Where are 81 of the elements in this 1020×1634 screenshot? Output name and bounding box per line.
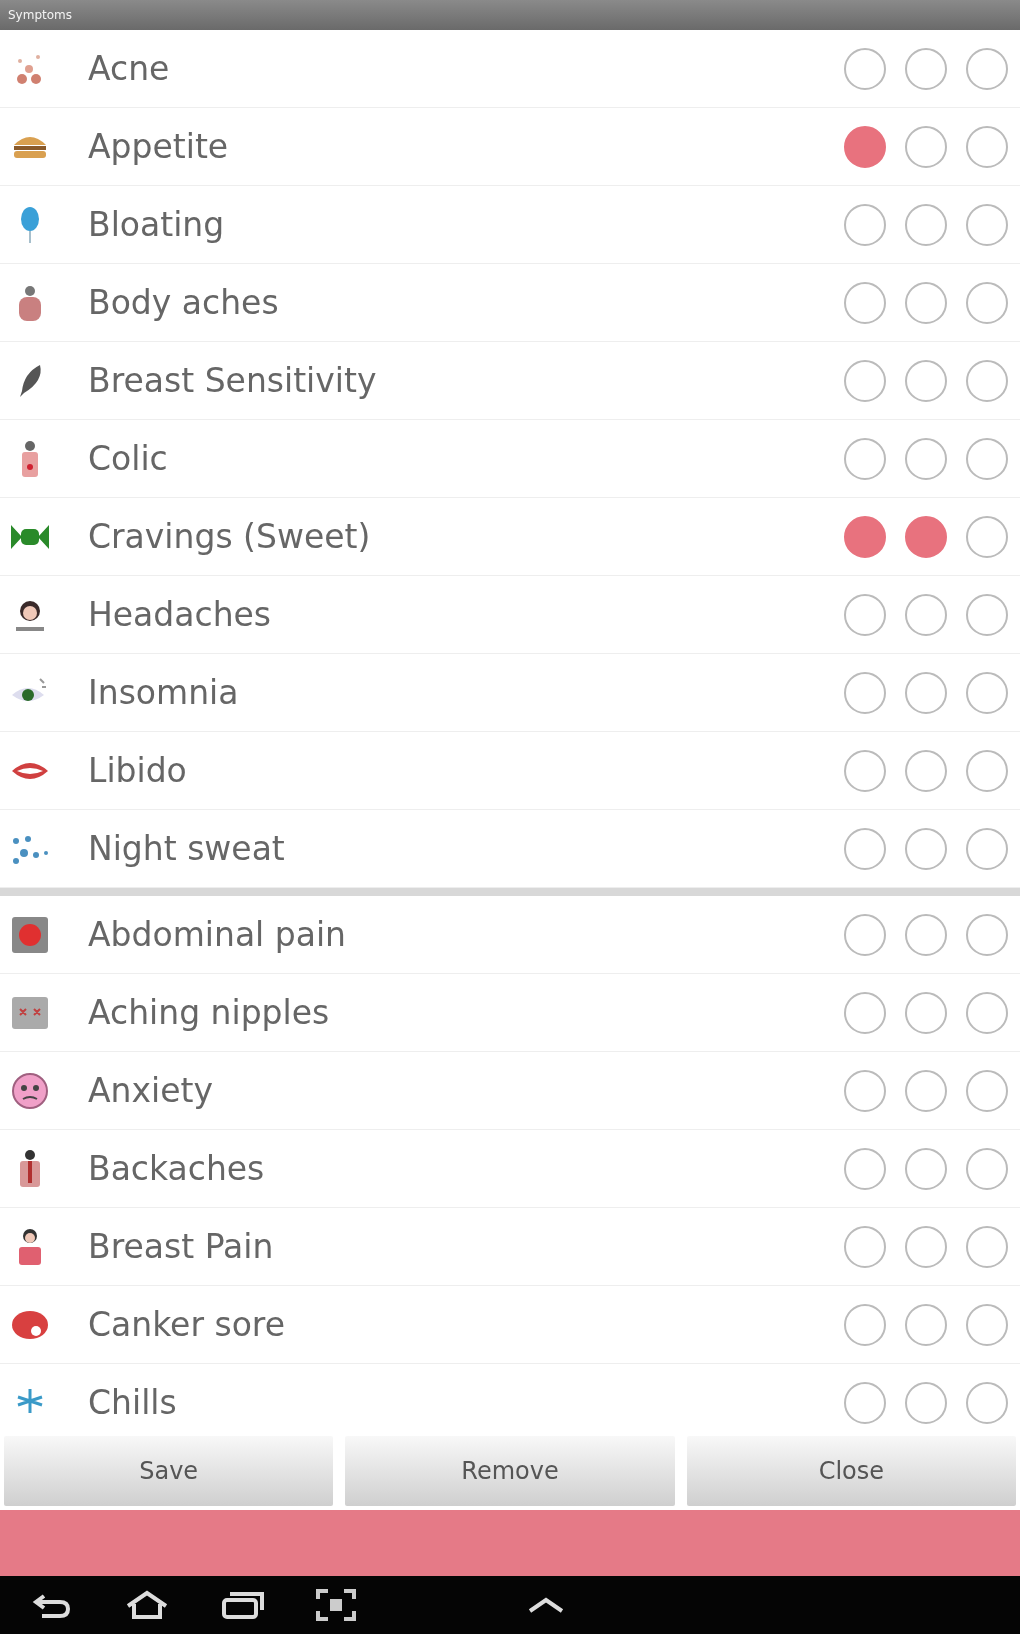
radio-button[interactable] — [844, 913, 886, 956]
radio-button[interactable] — [844, 593, 886, 636]
radio-button[interactable] — [905, 47, 947, 90]
radio-button[interactable] — [844, 1303, 886, 1346]
symptom-label: Colic — [88, 439, 169, 478]
radio-button[interactable] — [844, 1069, 886, 1112]
symptom-label: Canker sore — [88, 1305, 286, 1344]
radio-button[interactable] — [844, 203, 886, 246]
radio-button[interactable] — [905, 1303, 947, 1346]
radio-button[interactable] — [844, 671, 886, 714]
radio-button[interactable] — [844, 1381, 886, 1424]
radio-button[interactable] — [905, 827, 947, 870]
radio-button[interactable] — [966, 1069, 1008, 1112]
worried-face-icon — [10, 1070, 50, 1111]
radio-button[interactable] — [844, 515, 886, 558]
symptom-label: Backaches — [88, 1149, 266, 1188]
radio-button[interactable] — [905, 1147, 947, 1190]
recent-apps-icon[interactable] — [220, 1590, 266, 1620]
radio-button[interactable] — [966, 827, 1008, 870]
action-button[interactable]: Close — [686, 1436, 1016, 1506]
radio-button[interactable] — [966, 1303, 1008, 1346]
radio-button[interactable] — [905, 125, 947, 168]
radio-button[interactable] — [905, 671, 947, 714]
radio-button[interactable] — [966, 359, 1008, 402]
radio-button[interactable] — [905, 515, 947, 558]
symptom-label: Cravings (Sweet) — [88, 517, 372, 556]
radio-button[interactable] — [966, 1147, 1008, 1190]
radio-button[interactable] — [966, 1381, 1008, 1424]
window-title: Symptoms — [8, 8, 72, 22]
radio-button[interactable] — [844, 47, 886, 90]
radio-button[interactable] — [966, 913, 1008, 956]
action-button[interactable]: Save — [4, 1436, 334, 1506]
radio-button[interactable] — [844, 437, 886, 480]
symptom-label: Body aches — [88, 283, 280, 322]
radio-button[interactable] — [844, 359, 886, 402]
radio-button[interactable] — [966, 47, 1008, 90]
radio-button[interactable] — [905, 1069, 947, 1112]
radio-button[interactable] — [966, 671, 1008, 714]
symptom-label: Anxiety — [88, 1071, 214, 1110]
radio-button[interactable] — [844, 991, 886, 1034]
radio-button[interactable] — [905, 437, 947, 480]
screenshot-icon[interactable] — [314, 1587, 358, 1623]
symptom-label: Libido — [88, 751, 188, 790]
radio-button[interactable] — [905, 749, 947, 792]
radio-button[interactable] — [844, 125, 886, 168]
radio-button[interactable] — [844, 281, 886, 324]
radio-button[interactable] — [966, 515, 1008, 558]
radio-button[interactable] — [966, 749, 1008, 792]
radio-button[interactable] — [905, 593, 947, 636]
radio-button[interactable] — [905, 991, 947, 1034]
symptom-label: Acne — [88, 49, 171, 88]
radio-button[interactable] — [966, 281, 1008, 324]
symptom-label: Breast Pain — [88, 1227, 275, 1266]
radio-button[interactable] — [844, 1225, 886, 1268]
radio-button[interactable] — [966, 437, 1008, 480]
radio-button[interactable] — [905, 359, 947, 402]
radio-button[interactable] — [844, 1147, 886, 1190]
symptom-label: Headaches — [88, 595, 273, 634]
symptom-label: Appetite — [88, 127, 230, 166]
action-button[interactable]: Remove — [345, 1436, 675, 1506]
radio-button[interactable] — [905, 203, 947, 246]
radio-button[interactable] — [844, 827, 886, 870]
radio-button[interactable] — [966, 1225, 1008, 1268]
belly-icon — [10, 914, 50, 955]
radio-button[interactable] — [905, 281, 947, 324]
radio-button[interactable] — [966, 991, 1008, 1034]
symptom-label: Chills — [88, 1383, 178, 1422]
caret-up-icon[interactable] — [526, 1595, 566, 1615]
radio-button[interactable] — [966, 593, 1008, 636]
radio-button[interactable] — [905, 913, 947, 956]
symptom-label: Breast Sensitivity — [88, 361, 378, 400]
symptom-label: Night sweat — [88, 829, 286, 868]
radio-button[interactable] — [905, 1225, 947, 1268]
radio-button[interactable] — [844, 749, 886, 792]
symptom-label: Bloating — [88, 205, 226, 244]
symptom-label: Aching nipples — [88, 993, 331, 1032]
radio-button[interactable] — [966, 203, 1008, 246]
symptom-label: Insomnia — [88, 673, 240, 712]
radio-button[interactable] — [905, 1381, 947, 1424]
symptom-label: Abdominal pain — [88, 915, 348, 954]
radio-button[interactable] — [966, 125, 1008, 168]
